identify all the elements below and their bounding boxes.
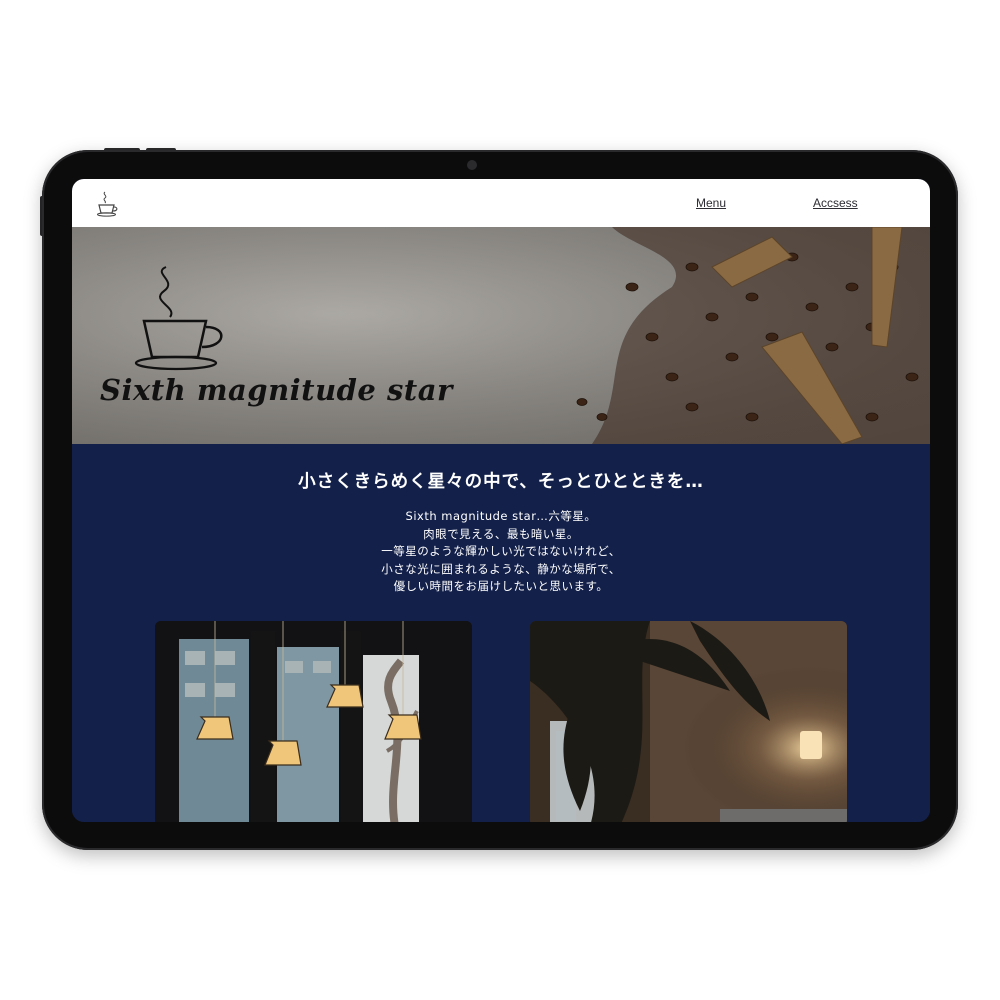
- intro-line: 優しい時間をお届けしたいと思います。: [393, 579, 609, 593]
- cafe-window-photo: [155, 621, 472, 822]
- intro-line: Sixth magnitude star…六等星。: [405, 509, 597, 523]
- intro-line: 小さな光に囲まれるような、静かな場所で、: [381, 561, 621, 576]
- camera-icon: [467, 160, 477, 170]
- navbar: Menu Accsess: [72, 179, 930, 227]
- tablet-screen: Menu Accsess Sixth magnitude star 小さくきらめ…: [72, 179, 930, 822]
- coffee-cup-icon: [134, 266, 223, 371]
- cafe-interior-photo: [530, 621, 847, 822]
- main-content: 小さくきらめく星々の中で、そっとひとときを… Sixth magnitude s…: [72, 444, 930, 822]
- coffee-cup-icon[interactable]: [94, 188, 120, 218]
- hero-title: Sixth magnitude star: [100, 373, 453, 407]
- section-headline: 小さくきらめく星々の中で、そっとひとときを…: [298, 472, 704, 492]
- nav-link-menu[interactable]: Menu: [696, 196, 726, 210]
- intro-line: 肉眼で見える、最も暗い星。: [423, 526, 579, 541]
- hero-banner: Sixth magnitude star: [72, 227, 930, 444]
- nav-link-access[interactable]: Accsess: [813, 196, 858, 210]
- intro-line: 一等星のような輝かしい光ではないけれど、: [381, 544, 621, 558]
- intro-text: Sixth magnitude star…六等星。 肉眼で見える、最も暗い星。 …: [72, 508, 930, 596]
